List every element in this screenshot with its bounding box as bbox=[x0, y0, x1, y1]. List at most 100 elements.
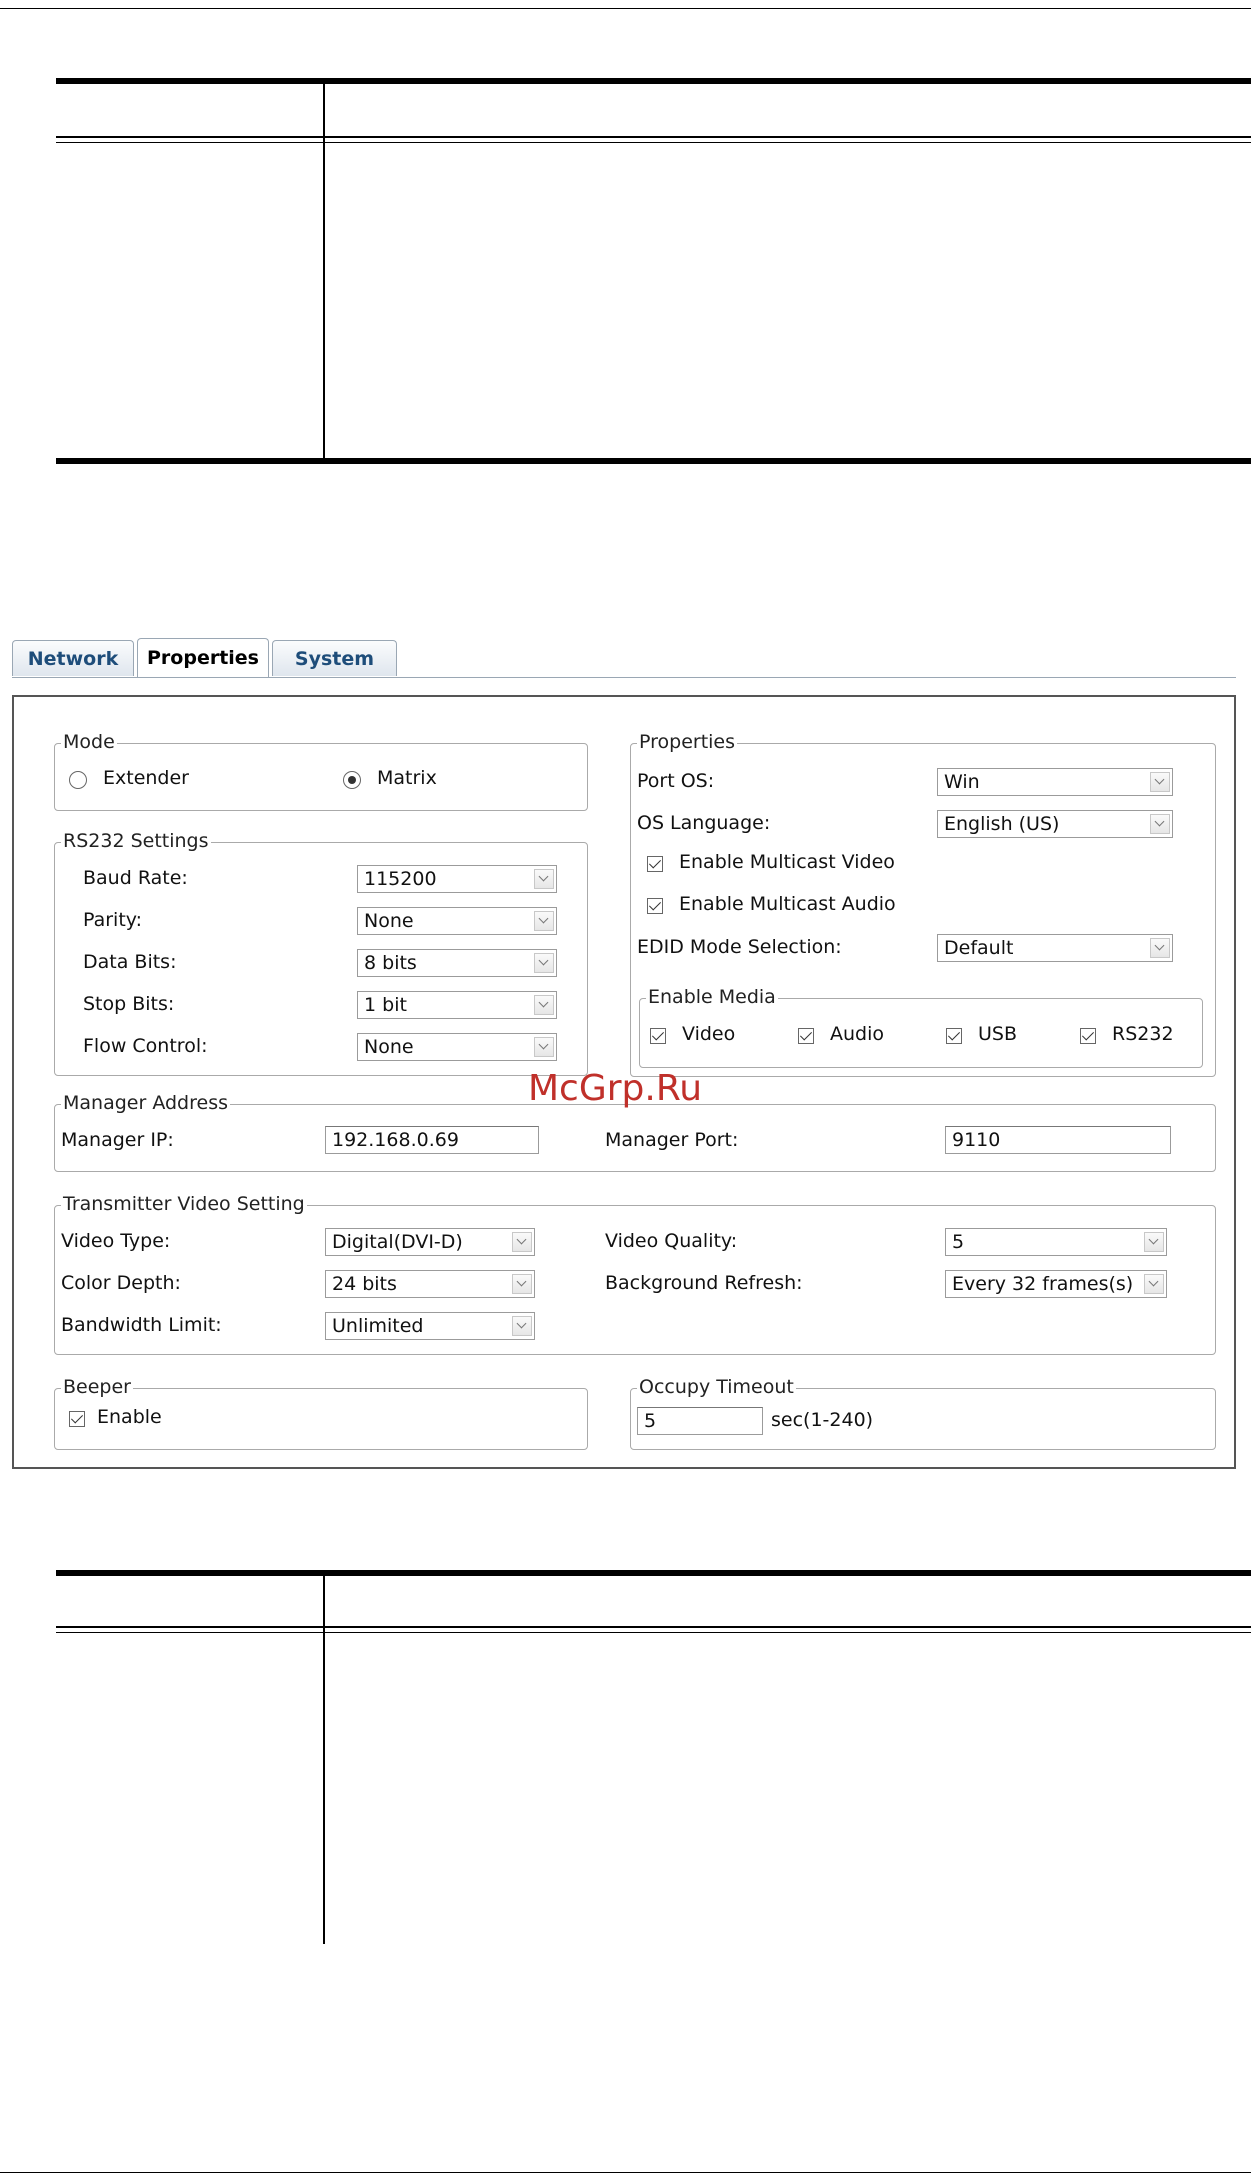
parity-value: None bbox=[364, 910, 414, 932]
color-depth-value: 24 bits bbox=[332, 1273, 397, 1295]
video-type-value: Digital(DVI-D) bbox=[332, 1231, 463, 1253]
tab-properties[interactable]: Properties bbox=[137, 638, 269, 677]
chevron-down-icon bbox=[1150, 772, 1170, 792]
port-os-label: Port OS: bbox=[637, 770, 715, 792]
mode-legend: Mode bbox=[61, 731, 117, 753]
color-depth-label: Color Depth: bbox=[61, 1272, 181, 1294]
port-os-select[interactable]: Win bbox=[937, 768, 1173, 796]
media-video-checkbox[interactable] bbox=[650, 1028, 666, 1044]
rs232-group: RS232 Settings Baud Rate: 115200 Parity:… bbox=[54, 830, 588, 1076]
chevron-down-icon bbox=[1144, 1274, 1164, 1294]
occupy-timeout-value: 5 bbox=[644, 1410, 657, 1432]
multicast-audio-label: Enable Multicast Audio bbox=[679, 893, 896, 915]
video-type-label: Video Type: bbox=[61, 1230, 171, 1252]
background-refresh-select[interactable]: Every 32 frames(s) bbox=[945, 1270, 1167, 1298]
media-audio-label: Audio bbox=[830, 1023, 885, 1045]
manager-ip-input[interactable]: 192.168.0.69 bbox=[325, 1126, 539, 1154]
chevron-down-icon bbox=[534, 911, 554, 931]
mode-group: Mode Extender Matrix bbox=[54, 731, 588, 811]
edid-mode-value: Default bbox=[944, 937, 1014, 959]
enable-media-group: Enable Media Video Audio USB RS232 bbox=[639, 986, 1203, 1068]
media-rs232-checkbox[interactable] bbox=[1080, 1028, 1096, 1044]
background-refresh-value: Every 32 frames(s) bbox=[952, 1273, 1134, 1295]
beeper-enable-label: Enable bbox=[97, 1406, 162, 1428]
baud-rate-label: Baud Rate: bbox=[83, 867, 188, 889]
flow-control-value: None bbox=[364, 1036, 414, 1058]
bandwidth-limit-select[interactable]: Unlimited bbox=[325, 1312, 535, 1340]
properties-group: Properties Port OS: Win OS Language: Eng… bbox=[630, 731, 1216, 1077]
video-quality-select[interactable]: 5 bbox=[945, 1228, 1167, 1256]
stop-bits-value: 1 bit bbox=[364, 994, 407, 1016]
data-bits-select[interactable]: 8 bits bbox=[357, 949, 557, 977]
media-usb-checkbox[interactable] bbox=[946, 1028, 962, 1044]
flow-control-label: Flow Control: bbox=[83, 1035, 208, 1057]
chevron-down-icon bbox=[512, 1274, 532, 1294]
page-top-rule bbox=[0, 8, 1251, 9]
stop-bits-label: Stop Bits: bbox=[83, 993, 175, 1015]
media-audio-checkbox[interactable] bbox=[798, 1028, 814, 1044]
matrix-label: Matrix bbox=[377, 767, 437, 789]
data-bits-label: Data Bits: bbox=[83, 951, 177, 973]
manager-address-legend: Manager Address bbox=[61, 1092, 230, 1114]
baud-rate-select[interactable]: 115200 bbox=[357, 865, 557, 893]
media-usb-label: USB bbox=[978, 1023, 1018, 1045]
occupy-timeout-legend: Occupy Timeout bbox=[637, 1376, 796, 1398]
chevron-down-icon bbox=[534, 869, 554, 889]
watermark-logo: McGrp.Ru bbox=[528, 1068, 703, 1109]
properties-legend: Properties bbox=[637, 731, 738, 753]
os-language-select[interactable]: English (US) bbox=[937, 810, 1173, 838]
occupy-timeout-unit: sec(1-240) bbox=[771, 1409, 874, 1431]
os-language-value: English (US) bbox=[944, 813, 1060, 835]
tab-network[interactable]: Network bbox=[12, 640, 134, 676]
bandwidth-limit-value: Unlimited bbox=[332, 1315, 424, 1337]
extender-radio[interactable] bbox=[69, 771, 87, 789]
manager-port-input[interactable]: 9110 bbox=[945, 1126, 1171, 1154]
baud-rate-value: 115200 bbox=[364, 868, 437, 890]
multicast-video-checkbox[interactable] bbox=[647, 856, 663, 872]
multicast-audio-checkbox[interactable] bbox=[647, 898, 663, 914]
extender-label: Extender bbox=[103, 767, 189, 789]
chevron-down-icon bbox=[534, 953, 554, 973]
media-rs232-label: RS232 bbox=[1112, 1023, 1174, 1045]
video-type-select[interactable]: Digital(DVI-D) bbox=[325, 1228, 535, 1256]
parity-label: Parity: bbox=[83, 909, 143, 931]
chevron-down-icon bbox=[1150, 938, 1170, 958]
multicast-video-label: Enable Multicast Video bbox=[679, 851, 895, 873]
parity-select[interactable]: None bbox=[357, 907, 557, 935]
color-depth-select[interactable]: 24 bits bbox=[325, 1270, 535, 1298]
video-quality-label: Video Quality: bbox=[605, 1230, 738, 1252]
page-bottom-rule bbox=[0, 2172, 1251, 2173]
background-refresh-label: Background Refresh: bbox=[605, 1272, 803, 1294]
occupy-timeout-group: Occupy Timeout 5 sec(1-240) bbox=[630, 1376, 1216, 1450]
edid-mode-select[interactable]: Default bbox=[937, 934, 1173, 962]
transmitter-video-legend: Transmitter Video Setting bbox=[61, 1193, 307, 1215]
video-quality-value: 5 bbox=[952, 1231, 965, 1253]
flow-control-select[interactable]: None bbox=[357, 1033, 557, 1061]
manager-port-value: 9110 bbox=[952, 1129, 1001, 1151]
os-language-label: OS Language: bbox=[637, 812, 771, 834]
beeper-enable-checkbox[interactable] bbox=[69, 1411, 85, 1427]
data-bits-value: 8 bits bbox=[364, 952, 417, 974]
manager-port-label: Manager Port: bbox=[605, 1129, 739, 1151]
matrix-radio[interactable] bbox=[343, 771, 361, 789]
chevron-down-icon bbox=[512, 1232, 532, 1252]
enable-media-legend: Enable Media bbox=[646, 986, 778, 1008]
chevron-down-icon bbox=[1144, 1232, 1164, 1252]
port-os-value: Win bbox=[944, 771, 980, 793]
stop-bits-select[interactable]: 1 bit bbox=[357, 991, 557, 1019]
media-video-label: Video bbox=[682, 1023, 736, 1045]
edid-mode-label: EDID Mode Selection: bbox=[637, 936, 842, 958]
occupy-timeout-input[interactable]: 5 bbox=[637, 1407, 763, 1435]
chevron-down-icon bbox=[512, 1316, 532, 1336]
manager-address-group: Manager Address Manager IP: 192.168.0.69… bbox=[54, 1092, 1216, 1172]
beeper-group: Beeper Enable bbox=[54, 1376, 588, 1450]
beeper-legend: Beeper bbox=[61, 1376, 133, 1398]
transmitter-video-group: Transmitter Video Setting Video Type: Di… bbox=[54, 1193, 1216, 1355]
tab-system[interactable]: System bbox=[272, 640, 397, 676]
bandwidth-limit-label: Bandwidth Limit: bbox=[61, 1314, 222, 1336]
chevron-down-icon bbox=[1150, 814, 1170, 834]
tab-bar-rule bbox=[12, 677, 1236, 678]
rs232-legend: RS232 Settings bbox=[61, 830, 211, 852]
chevron-down-icon bbox=[534, 1037, 554, 1057]
manager-ip-value: 192.168.0.69 bbox=[332, 1129, 459, 1151]
